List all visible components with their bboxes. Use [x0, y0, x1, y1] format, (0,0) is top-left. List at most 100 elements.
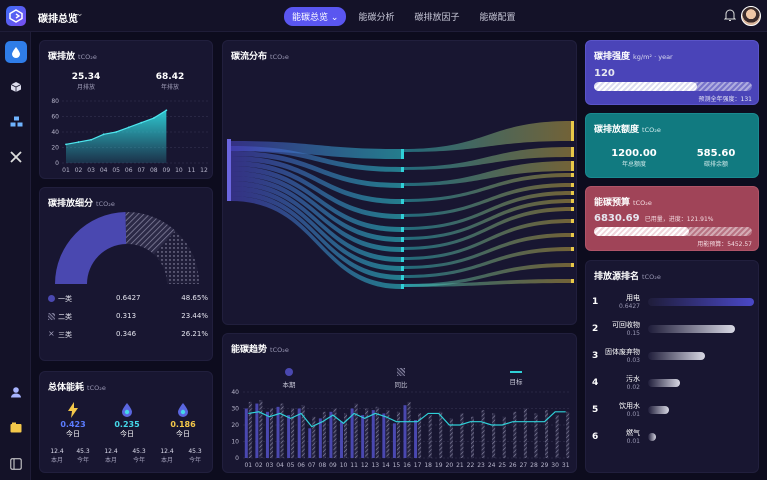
sidebar-item-users[interactable] — [5, 381, 27, 403]
x-tick-label: 07 — [137, 167, 145, 174]
legend-item-1: 一类 0.6427 48.65% — [48, 294, 208, 304]
sidebar-item-assets[interactable] — [5, 76, 27, 98]
rank-value: 0.03 — [626, 357, 640, 364]
bar-yoy — [534, 413, 538, 458]
rank-value: 0.01 — [626, 411, 640, 418]
sankey-target-node — [571, 219, 574, 223]
legend-value: 0.346 — [116, 330, 137, 338]
hatched-square-icon — [48, 313, 55, 320]
sankey-source-node — [227, 139, 231, 201]
annual-quota: 1200.00 年总额度 — [604, 148, 664, 168]
legend-percent: 26.21% — [181, 330, 208, 338]
folder-icon — [10, 422, 22, 432]
remaining-quota-label: 碳排余额 — [703, 161, 728, 168]
sidebar — [0, 32, 31, 480]
x-tick-label: 28 — [530, 462, 538, 469]
rank-bar — [648, 406, 670, 414]
rank-name: 用电 — [626, 294, 640, 302]
sankey-target-node — [571, 199, 574, 203]
water-drop-icon — [122, 403, 132, 417]
bar-yoy — [502, 416, 506, 458]
legend-item-3: × 三类 0.346 26.21% — [48, 329, 208, 340]
year-stat: 45.3 今年 — [76, 448, 90, 464]
bar-current — [329, 411, 333, 458]
x-tick-label: 23 — [477, 462, 485, 469]
trend-card: 能碳趋势 tCO₂e 本期 同比 目标 0 10 20 30 40 01 02 03 04 05 06… — [222, 333, 577, 473]
rank-value: 0.02 — [626, 384, 640, 391]
yearly-emission-value: 68.42 — [155, 72, 185, 82]
data-point — [152, 117, 155, 119]
bar-current — [382, 413, 386, 458]
sankey-mid-node — [401, 167, 404, 172]
budget-card: 能碳预算 tCO₂e 6830.69 已用量，进度：121.91% 用能预算：54… — [585, 186, 759, 251]
x-tick-label: 01 — [62, 167, 70, 174]
chevron-down-icon: ⌄ — [330, 12, 339, 23]
app-logo-icon[interactable] — [6, 6, 26, 26]
sidebar-item-tools[interactable] — [5, 146, 27, 168]
chevron-down-icon[interactable]: ⌄ — [76, 9, 84, 19]
x-tick-label: 29 — [541, 462, 549, 469]
line-icon — [510, 371, 522, 373]
tab-emission-factor[interactable]: 碳排放因子 — [406, 7, 467, 26]
sidebar-item-collapse[interactable] — [5, 453, 27, 475]
tab-analysis[interactable]: 能碳分析 — [350, 7, 402, 26]
sankey-mid-node — [401, 199, 404, 204]
avatar[interactable] — [741, 6, 761, 26]
remaining-quota-value: 585.60 — [696, 148, 736, 159]
y-tick-label: 30 — [231, 406, 239, 413]
x-tick-label: 27 — [520, 462, 528, 469]
consumption-card: 总体能耗 tCO₂e 0.423 今日 12.4 本月 45.3 今年 0.235 今… — [39, 371, 213, 473]
x-tick-label: 06 — [297, 462, 305, 469]
budget-value-row: 6830.69 已用量，进度：121.91% — [594, 213, 713, 224]
x-tick-label: 08 — [150, 167, 158, 174]
legend-name: 二类 — [58, 313, 72, 321]
sankey-diagram — [227, 121, 574, 289]
x-tick-label: 01 — [244, 462, 252, 469]
x-tick-label: 25 — [498, 462, 506, 469]
sankey-target-node — [571, 161, 574, 171]
lightning-icon — [68, 402, 78, 418]
x-tick-label: 30 — [551, 462, 559, 469]
sidebar-item-emission[interactable] — [5, 41, 27, 63]
sidebar-item-structure[interactable] — [5, 111, 27, 133]
data-point — [127, 126, 130, 129]
bar-current — [244, 408, 248, 458]
annual-quota-value: 1200.00 — [611, 148, 657, 159]
x-tick-label: 04 — [100, 167, 108, 174]
budget-progress-track — [594, 227, 752, 236]
bell-icon[interactable] — [723, 9, 737, 22]
x-tick-label: 11 — [350, 462, 358, 469]
data-point — [90, 138, 92, 141]
x-tick-label: 12 — [361, 462, 369, 469]
rank-number: 1 — [592, 297, 599, 307]
card-title: 排放源排名 tCO₂e — [594, 272, 661, 282]
sidebar-item-files[interactable] — [5, 416, 27, 438]
bar-yoy — [470, 416, 474, 458]
sankey-link — [404, 219, 571, 260]
rank-number: 5 — [592, 405, 599, 415]
tab-overview[interactable]: 能碳总览 ⌄ — [284, 6, 347, 26]
x-tick-label: 08 — [319, 462, 327, 469]
rank-bar — [648, 325, 735, 333]
bar-yoy — [513, 411, 517, 458]
x-tick-label: 02 — [75, 167, 83, 174]
rank-bar — [648, 352, 706, 360]
sankey-link — [404, 121, 571, 152]
sankey-mid-node — [401, 237, 404, 242]
ranking-row: 5 饮用水 0.01 — [592, 401, 754, 423]
month-stat: 12.4 本月 — [104, 448, 118, 464]
bar-current — [340, 421, 344, 458]
data-point — [102, 133, 105, 136]
card-title: 能碳趋势 tCO₂e — [231, 345, 289, 355]
x-tick-label: 10 — [175, 167, 183, 174]
ranking-row: 4 污水 0.02 — [592, 374, 754, 396]
x-tick-label: 12 — [200, 167, 208, 174]
card-title: 碳排强度 kg/m² · year — [594, 52, 673, 62]
user-icon — [11, 387, 21, 398]
tab-config[interactable]: 能碳配置 — [471, 7, 523, 26]
rank-name: 可回收物 — [612, 321, 640, 329]
y-tick-label: 80 — [51, 98, 59, 105]
bar-yoy — [566, 411, 570, 458]
bar-yoy — [545, 410, 549, 458]
sankey-mid-node — [401, 214, 404, 219]
